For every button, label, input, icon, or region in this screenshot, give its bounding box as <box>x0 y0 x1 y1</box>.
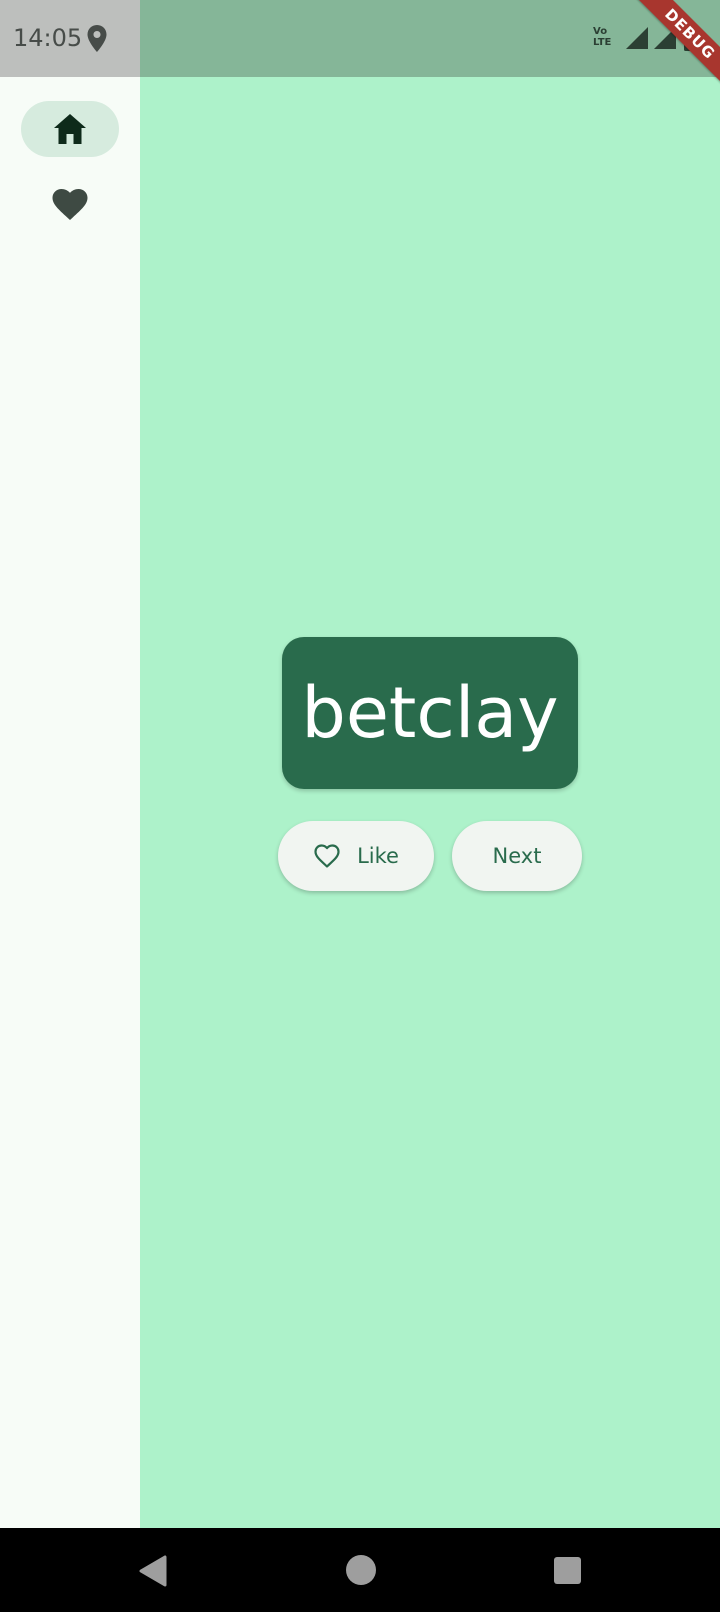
status-bar-left: 14:05 <box>0 0 140 77</box>
location-icon <box>87 25 107 52</box>
volte-top-label: Vo <box>593 26 608 37</box>
app-screen: 14:05 Vo LTE DEBUG betclay Like Next <box>0 0 720 1612</box>
home-icon <box>54 114 86 144</box>
back-icon[interactable] <box>138 1555 168 1587</box>
signal-icon <box>626 27 648 49</box>
heart-icon <box>52 189 88 220</box>
heart-outline-icon <box>314 844 340 868</box>
navigation-rail <box>0 77 140 1528</box>
word-card: betclay <box>282 637 578 789</box>
home-circle-icon[interactable] <box>346 1555 376 1585</box>
nav-item-home[interactable] <box>21 101 119 157</box>
volte-bottom-label: LTE <box>593 37 612 48</box>
word-pair-text: betclay <box>301 672 559 754</box>
status-bar-right: Vo LTE <box>140 0 720 77</box>
like-button[interactable]: Like <box>278 821 434 891</box>
system-navigation-bar <box>0 1528 720 1612</box>
next-button[interactable]: Next <box>452 821 582 891</box>
next-button-label: Next <box>492 844 542 868</box>
nav-item-favorites[interactable] <box>21 177 119 233</box>
recents-icon[interactable] <box>554 1557 581 1584</box>
status-time: 14:05 <box>13 24 83 52</box>
like-button-label: Like <box>357 844 399 868</box>
volte-icon: Vo LTE <box>593 26 619 52</box>
